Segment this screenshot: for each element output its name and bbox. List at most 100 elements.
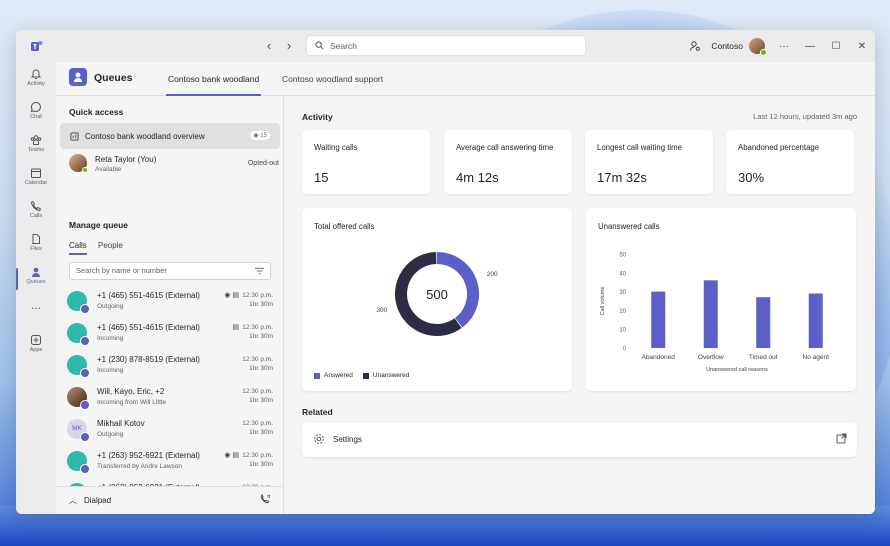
bar-timed-out	[756, 297, 771, 348]
call-list-item[interactable]: +1 (465) 551-4615 (External) Outgoing ◉ ▤ 1…	[67, 289, 273, 319]
call-duration: 1hr 30m	[249, 429, 273, 436]
call-duration: 1hr 30m	[249, 365, 273, 372]
filter-icon[interactable]	[255, 267, 264, 275]
rail-item-more[interactable]: ...	[16, 298, 56, 328]
settings-link[interactable]: Settings	[302, 423, 857, 457]
call-search-placeholder: Search by name or number	[76, 266, 167, 275]
y-tick-label: 50	[619, 253, 626, 259]
avatar[interactable]	[749, 38, 767, 56]
legend-label: Unanswered	[372, 372, 410, 379]
call-direction: Transferred by Andre Lawson	[97, 463, 183, 470]
rail-label: Files	[30, 246, 42, 252]
call-list-item[interactable]: Will, Kayo, Eric, +2 Incoming from Will L…	[67, 385, 273, 415]
rail-item-activity[interactable]: Activity	[16, 66, 56, 96]
donut-center-total: 500	[426, 287, 448, 302]
teams-logo-icon	[31, 41, 43, 51]
call-direction: Incoming	[97, 335, 124, 342]
slice-value-label: 200	[487, 271, 498, 278]
stat-value: 17m 32s	[597, 170, 647, 185]
chart-legend: Answered Unanswered	[314, 372, 419, 379]
chevron-up-icon: ︿	[69, 496, 77, 505]
rail-item-queues[interactable]: Queues	[16, 264, 56, 294]
rail-label: Activity	[27, 81, 45, 87]
call-direction: Outgoing	[97, 303, 124, 310]
call-type-icon	[80, 432, 90, 442]
tab-people[interactable]: People	[98, 241, 123, 250]
manage-queue-title: Manage queue	[69, 220, 129, 230]
bar-overflow	[703, 280, 718, 348]
caller-name: +1 (465) 551-4615 (External)	[97, 323, 200, 332]
call-direction: Incoming from Will Little	[97, 399, 166, 406]
close-icon[interactable]: ✕	[849, 41, 875, 52]
caller-avatar	[67, 451, 90, 474]
caller-initials: MK	[72, 425, 82, 432]
call-search-input[interactable]: Search by name or number	[69, 262, 271, 280]
title-bar: ‹ › Search Contoso ··· — ☐ ✕	[16, 30, 875, 62]
rail-item-chat[interactable]: Chat	[16, 99, 56, 129]
search-icon	[315, 41, 324, 50]
x-tick-label: No agent	[803, 354, 830, 361]
gear-icon	[314, 434, 324, 444]
call-list-item[interactable]: +1 (230) 878-8519 (External) Incoming 12:3…	[67, 353, 273, 383]
bar-abandoned	[651, 291, 666, 348]
queues-app-icon	[69, 68, 87, 86]
call-clock-time: 12:30 p.m.	[242, 452, 273, 459]
dashboard-icon	[70, 131, 79, 141]
queue-left-panel: Quick access Contoso bank woodland overv…	[56, 96, 284, 514]
caller-name: +1 (230) 878-8519 (External)	[97, 355, 200, 364]
search-input[interactable]: Search	[306, 35, 586, 56]
caller-name: +1 (263) 952-6921 (External)	[97, 451, 200, 460]
call-list-item[interactable]: +1 (263) 952-6921 (External) Transferred …	[67, 449, 273, 479]
agent-name: Reta Taylor (You)	[95, 155, 157, 164]
y-tick-label: 20	[619, 309, 626, 315]
call-time: 12:30 p.m. 1hr 30m	[242, 291, 273, 309]
activity-title: Activity	[302, 112, 333, 122]
call-type-icon	[80, 368, 90, 378]
call-duration: 1hr 30m	[249, 397, 273, 404]
quick-access-item[interactable]: Contoso bank woodland overview ◉ 15	[60, 123, 280, 149]
settings-label: Settings	[333, 435, 362, 444]
more-options-icon[interactable]: ···	[771, 41, 797, 52]
dialpad-phone-icon[interactable]	[259, 493, 271, 505]
stat-label: Average call answering time	[456, 143, 554, 152]
tab-contoso-woodland-support[interactable]: Contoso woodland support	[282, 74, 383, 84]
account-name[interactable]: Contoso	[711, 41, 743, 51]
legend-label: Answered	[324, 372, 353, 379]
minimize-icon[interactable]: —	[797, 41, 823, 52]
rail-item-teams[interactable]: Teams	[16, 132, 56, 162]
y-tick-label: 0	[623, 347, 627, 353]
user-settings-icon[interactable]	[689, 40, 701, 52]
y-tick-label: 10	[619, 328, 626, 334]
phone-icon	[30, 200, 42, 212]
back-arrow-icon[interactable]: ‹	[261, 38, 277, 54]
rail-item-apps[interactable]: Apps	[16, 332, 56, 362]
rail-item-files[interactable]: Files	[16, 231, 56, 261]
dialpad-label: Dialpad	[84, 496, 112, 505]
stat-value: 30%	[738, 170, 765, 185]
y-axis-label: Call volume	[600, 287, 606, 316]
badge-count: 15	[260, 133, 267, 139]
teams-window: ‹ › Search Contoso ··· — ☐ ✕ Activity Ch…	[16, 30, 875, 514]
main-dashboard: Activity Last 12 hours, updated 3m ago W…	[284, 96, 875, 514]
tab-calls[interactable]: Calls	[69, 241, 87, 255]
stat-label: Waiting calls	[314, 143, 358, 152]
rail-item-calendar[interactable]: Calendar	[16, 165, 56, 195]
rail-label: Chat	[30, 114, 42, 120]
x-tick-label: Abandoned	[642, 354, 676, 361]
opt-status[interactable]: Opted-out	[248, 160, 279, 167]
stat-label: Abandoned percentage	[738, 143, 820, 152]
call-duration: 1hr 30m	[249, 333, 273, 340]
teams-icon	[30, 135, 42, 145]
call-list-item[interactable]: MK Mikhail Kotov Outgoing 12:30 p.m. 1hr 30m	[67, 417, 273, 447]
last-updated: Last 12 hours, updated 3m ago	[753, 112, 857, 121]
page-title: Queues	[94, 72, 133, 84]
caller-name: Mikhail Kotov	[97, 419, 145, 428]
tab-contoso-bank-woodland[interactable]: Contoso bank woodland	[165, 74, 262, 96]
forward-arrow-icon[interactable]: ›	[281, 38, 297, 54]
maximize-icon[interactable]: ☐	[823, 41, 849, 52]
avatar	[69, 154, 88, 173]
legend-item-answered: Answered	[314, 372, 353, 379]
dialpad-bar[interactable]: ︿ Dialpad	[56, 486, 283, 514]
call-list-item[interactable]: +1 (465) 551-4615 (External) Incoming ▤ 12:…	[67, 321, 273, 351]
rail-item-calls[interactable]: Calls	[16, 198, 56, 228]
